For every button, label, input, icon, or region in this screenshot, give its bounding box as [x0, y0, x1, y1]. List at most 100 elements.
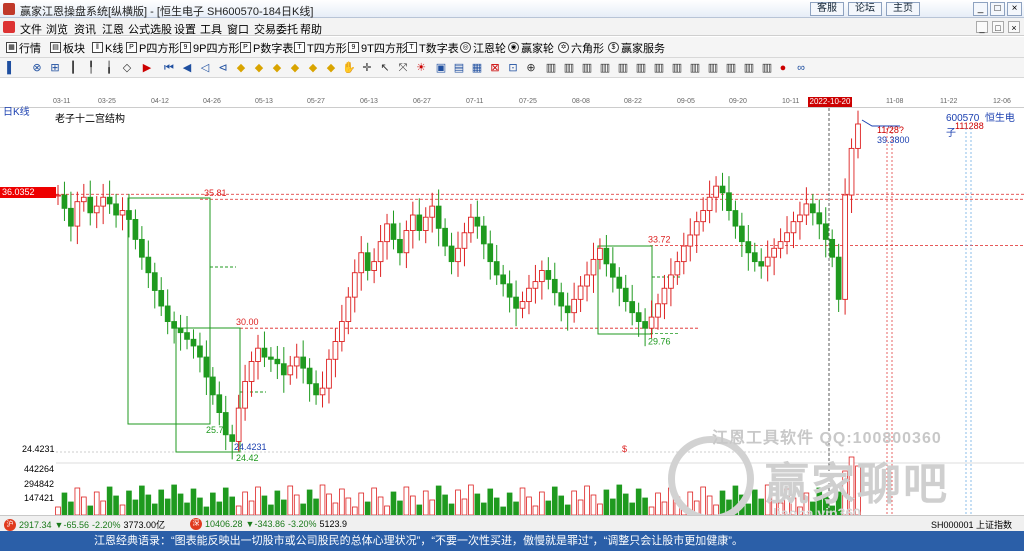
- red-circle-icon[interactable]: ●: [776, 61, 790, 75]
- candle-body: [461, 232, 468, 249]
- candle-body: [235, 407, 242, 442]
- bars-e-icon[interactable]: ▥: [616, 61, 630, 75]
- candles-icon: ‖: [92, 42, 103, 53]
- bars-i-icon[interactable]: ▥: [688, 61, 702, 75]
- diamond1-icon[interactable]: ◆: [234, 61, 248, 75]
- candle-body: [506, 283, 513, 298]
- current-index-label[interactable]: SH000001 上证指数: [931, 518, 1012, 531]
- 9t-square-button[interactable]: 9 9T四方形: [348, 40, 407, 55]
- menu-tools[interactable]: 工具: [200, 21, 222, 37]
- close-button[interactable]: ×: [1007, 2, 1022, 16]
- save-icon[interactable]: ▣: [434, 61, 448, 75]
- back-icon[interactable]: ◁: [198, 61, 212, 75]
- p-square-button[interactable]: P P四方形: [126, 40, 179, 55]
- hand-icon[interactable]: ✋: [342, 61, 356, 75]
- 9p-square-button[interactable]: 9 9P四方形: [180, 40, 239, 55]
- candle-body: [248, 361, 255, 382]
- camera-icon[interactable]: ⊡: [506, 61, 520, 75]
- menu-formula[interactable]: 公式选股: [128, 21, 172, 37]
- watermark-line1: 江恩工具软件 QQ:100800360: [712, 430, 942, 447]
- bars-b-icon[interactable]: ▥: [562, 61, 576, 75]
- bars-m-icon[interactable]: ▥: [760, 61, 774, 75]
- winner-wheel-button[interactable]: ◉ 赢家轮: [508, 40, 554, 55]
- menu-window[interactable]: 窗口: [227, 21, 249, 37]
- sh-index[interactable]: 沪 2917.34 ▼-65.56 -2.20% 3773.00亿: [4, 518, 165, 531]
- period-icon[interactable]: ⊗: [30, 61, 44, 75]
- first-icon[interactable]: ⏮: [162, 61, 176, 75]
- bars-f-icon[interactable]: ▥: [634, 61, 648, 75]
- volume-bar: [629, 502, 635, 515]
- mdi-close-button[interactable]: ×: [1008, 21, 1020, 33]
- bars-j-icon[interactable]: ▥: [706, 61, 720, 75]
- diamond2-icon[interactable]: ◆: [252, 61, 266, 75]
- bars-k-icon[interactable]: ▥: [724, 61, 738, 75]
- bars-a-icon[interactable]: ▥: [544, 61, 558, 75]
- p-square-icon: P: [126, 42, 137, 53]
- forum-button[interactable]: 论坛: [848, 2, 882, 16]
- dual-candle-icon[interactable]: ╽: [102, 61, 116, 75]
- candle-body: [551, 278, 558, 294]
- prev-icon[interactable]: ◀: [180, 61, 194, 75]
- stop-icon[interactable]: ⊠: [488, 61, 502, 75]
- candle-body: [416, 214, 423, 231]
- volume-bar: [151, 503, 158, 515]
- candle-icon[interactable]: ╿: [84, 61, 98, 75]
- candle-body: [842, 194, 848, 300]
- candle-body: [629, 301, 636, 314]
- text-icon[interactable]: ☀: [414, 61, 428, 75]
- flag-icon[interactable]: ▶: [140, 61, 154, 75]
- menu-gann[interactable]: 江恩: [102, 21, 124, 37]
- candle-body: [803, 203, 810, 216]
- pointer-icon[interactable]: ↖: [378, 61, 392, 75]
- bars-l-icon[interactable]: ▥: [742, 61, 756, 75]
- cursor-icon[interactable]: ▌: [4, 61, 18, 75]
- diamond6-icon[interactable]: ◆: [324, 61, 338, 75]
- sectors-button[interactable]: ▤ 板块: [50, 40, 85, 55]
- candle-body: [564, 305, 571, 314]
- table-icon[interactable]: ▦: [470, 61, 484, 75]
- candle-body: [674, 261, 681, 276]
- minimize-button[interactable]: _: [973, 2, 988, 16]
- hexagon-button[interactable]: ✡ 六角形: [558, 40, 604, 55]
- menu-info[interactable]: 资讯: [74, 21, 96, 37]
- mdi-minimize-button[interactable]: _: [976, 21, 988, 33]
- menu-file[interactable]: 文件: [20, 21, 42, 37]
- menu-help[interactable]: 帮助: [300, 21, 322, 37]
- menu-trade[interactable]: 交易委托: [254, 21, 298, 37]
- p-number-table-button[interactable]: P P数字表: [240, 40, 293, 55]
- candle-body: [616, 276, 623, 289]
- bar-chart-icon[interactable]: ┃: [66, 61, 80, 75]
- menu-browse[interactable]: 浏览: [46, 21, 68, 37]
- line-chart-icon[interactable]: ◇: [120, 61, 134, 75]
- bars-g-icon[interactable]: ▥: [652, 61, 666, 75]
- tool-a-icon[interactable]: ⊕: [524, 61, 538, 75]
- candle-body: [145, 256, 152, 274]
- candle-body: [558, 292, 565, 307]
- volume-bar: [145, 494, 152, 515]
- sz-index[interactable]: 深 10406.28 ▼-343.86 -3.20% 5123.9: [190, 518, 347, 530]
- disk-icon[interactable]: ▤: [452, 61, 466, 75]
- quotes-button[interactable]: ▦ 行情: [6, 40, 41, 55]
- t-number-table-button[interactable]: T T数字表: [406, 40, 459, 55]
- maximize-button[interactable]: □: [990, 2, 1005, 16]
- gann-wheel-button[interactable]: ◎ 江恩轮: [460, 40, 506, 55]
- menu-settings[interactable]: 设置: [174, 21, 196, 37]
- diamond4-icon[interactable]: ◆: [288, 61, 302, 75]
- bars-d-icon[interactable]: ▥: [598, 61, 612, 75]
- volume-bar: [293, 494, 300, 515]
- mdi-restore-button[interactable]: □: [992, 21, 1004, 33]
- gann-box-icon[interactable]: ⊞: [48, 61, 62, 75]
- winner-service-button[interactable]: $ 赢家服务: [608, 40, 665, 55]
- bars-h-icon[interactable]: ▥: [670, 61, 684, 75]
- bars-c-icon[interactable]: ▥: [580, 61, 594, 75]
- step-icon[interactable]: ⊲: [216, 61, 230, 75]
- crosshair-icon[interactable]: ✛: [360, 61, 374, 75]
- home-button[interactable]: 主页: [886, 2, 920, 16]
- kline-button[interactable]: ‖ K线: [92, 40, 123, 55]
- diamond3-icon[interactable]: ◆: [270, 61, 284, 75]
- chart-zoom-icon[interactable]: ⤧: [396, 61, 410, 75]
- infinity-icon[interactable]: ∞: [794, 61, 808, 75]
- diamond5-icon[interactable]: ◆: [306, 61, 320, 75]
- service-button[interactable]: 客服: [810, 2, 844, 16]
- t-square-button[interactable]: T T四方形: [294, 40, 347, 55]
